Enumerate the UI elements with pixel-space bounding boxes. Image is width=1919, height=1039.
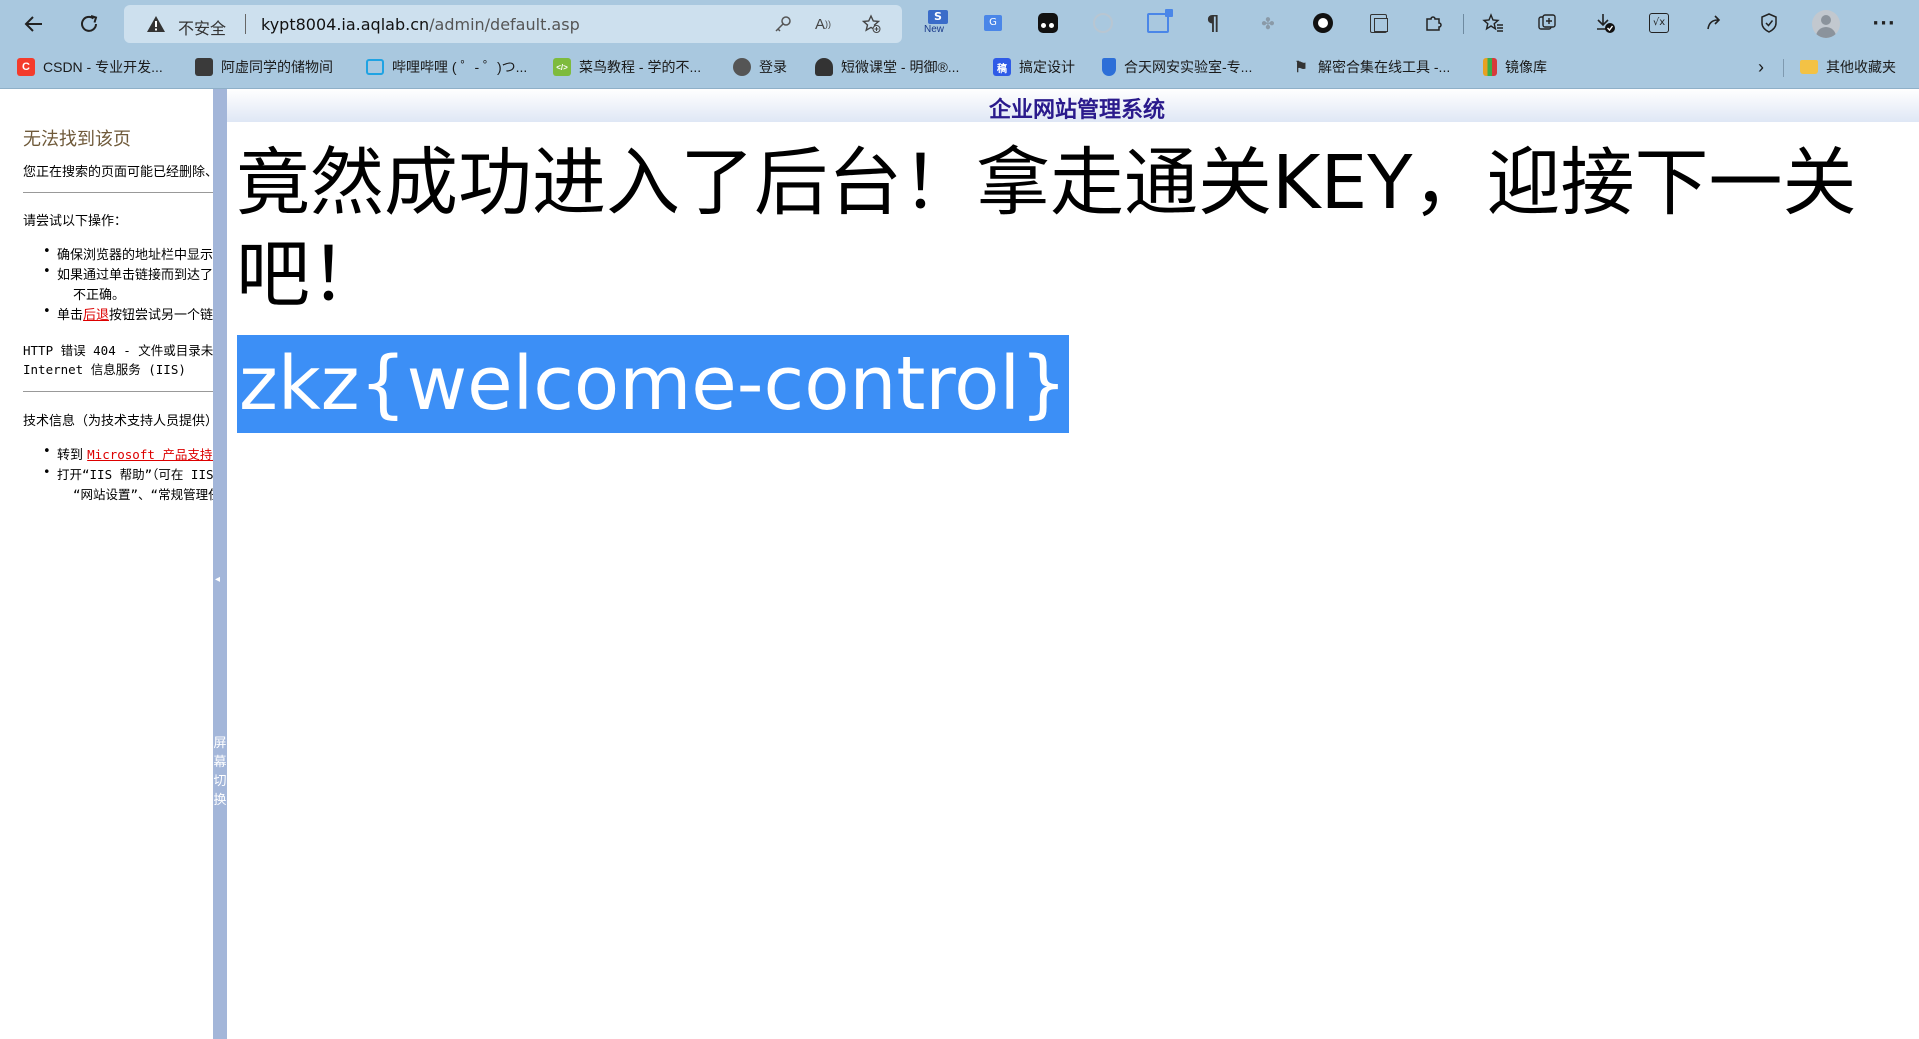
bookmark-label: 哔哩哔哩 ( ゜- ゜)つ... [392, 59, 528, 75]
bookmark-hetian[interactable]: 合天网安实验室-专... [1102, 56, 1252, 78]
extension-icon[interactable] [1090, 10, 1116, 36]
folder-icon [1800, 60, 1818, 74]
list-item-continuation: 不正确。 [73, 288, 126, 303]
try-label: 请尝试以下操作： [23, 214, 128, 229]
bookmark-label: CSDN - 专业开发... [43, 59, 163, 75]
extensions-icon[interactable] [1420, 10, 1446, 36]
bookmark-label: 登录 [759, 59, 787, 75]
flag-icon: ⚑ [1294, 59, 1308, 76]
microsoft-support-link[interactable]: Microsoft 产品支持服务 [87, 447, 213, 462]
left-frame[interactable]: 无法找到该页 您正在搜索的页面可能已经删除、更名或暂时不可用。 请尝试以下操作：… [0, 89, 213, 1039]
bookmark-label: 镜像库 [1505, 59, 1547, 75]
list-item-text: 单击 [57, 308, 84, 323]
iis-text: Internet 信息服务 (IIS) [23, 362, 186, 377]
error-description: 您正在搜索的页面可能已经删除、更名或暂时不可用。 [23, 165, 213, 180]
new-extension-icon[interactable]: S New [924, 10, 951, 36]
bilibili-icon [366, 59, 384, 75]
collections-icon[interactable] [1365, 10, 1391, 36]
bookmark-label: 解密合集在线工具 -... [1318, 59, 1451, 75]
other-favorites-folder[interactable]: 其他收藏夹 [1800, 56, 1896, 78]
translate-extension-icon[interactable]: G [980, 10, 1006, 36]
new-badge: New [924, 24, 945, 35]
list-item: 单击后退按钮尝试另一个链接。 [43, 304, 213, 323]
list-item-continuation: “网站设置”、“常规管理任务”和“关于自定义错误消息”的主题。 [73, 487, 213, 502]
bookmark-label: 菜鸟教程 - 学的不... [579, 59, 702, 75]
header-bar: 企业网站管理系统 [227, 89, 1919, 122]
read-aloud-icon[interactable]: A)) [812, 14, 834, 34]
url-host: kypt8004.ia.aqlab.cn [261, 15, 430, 34]
browser-essentials-icon[interactable] [1756, 10, 1782, 36]
url-text[interactable]: kypt8004.ia.aqlab.cn/admin/default.asp [261, 15, 580, 34]
spy-icon [815, 58, 833, 76]
error-title: 无法找到该页 [23, 129, 131, 150]
bookmark-gaoding[interactable]: 稿搞定设计 [993, 56, 1075, 78]
main-frame: 企业网站管理系统 竟然成功进入了后台！拿走通关KEY，迎接下一关吧！ zkz{w… [227, 89, 1919, 1039]
shield-icon [1102, 58, 1116, 76]
address-divider [245, 14, 246, 34]
screen-switch-label[interactable]: 屏幕切换 [213, 734, 227, 810]
bookmark-mirror[interactable]: 镜像库 [1483, 56, 1547, 78]
tech-info-label: 技术信息（为技术支持人员提供） [23, 414, 213, 429]
flag-key-text[interactable]: zkz{welcome-control} [237, 335, 1070, 433]
list-item: 打开“IIS 帮助”（可在 IIS 管理器 (inetmgr) 中访问），然后搜… [43, 464, 213, 483]
chevron-right-icon[interactable]: › [1758, 56, 1764, 78]
divider [23, 391, 213, 392]
gaoding-icon: 稿 [993, 58, 1011, 76]
screenshot-extension-icon[interactable] [1145, 9, 1173, 36]
bookmark-label: 阿虚同学的储物间 [221, 59, 333, 75]
list-item-text: 转到 [57, 448, 88, 463]
bookmark-mingyu[interactable]: 短微课堂 - 明御®... [815, 56, 959, 78]
profile-icon[interactable] [1812, 10, 1840, 38]
bookmark-bilibili[interactable]: 哔哩哔哩 ( ゜- ゜)つ... [366, 56, 527, 78]
bookmark-axu[interactable]: 阿虚同学的储物间 [195, 56, 333, 78]
bookmarks-bar: C CSDN - 专业开发... 阿虚同学的储物间 哔哩哔哩 ( ゜- ゜)つ..… [0, 47, 1919, 89]
bookmark-label: 短微课堂 - 明御®... [841, 59, 960, 75]
csdn-icon: C [17, 58, 35, 76]
list-item: 如果通过单击链接而到达了该网页，请与网站管理员联系，通知他们该链接的格式 [43, 264, 213, 283]
runoob-icon: </> [553, 58, 571, 76]
insecure-label[interactable]: 不安全 [178, 15, 226, 39]
divider [23, 192, 213, 193]
mirror-icon [1483, 58, 1497, 76]
warning-icon[interactable] [146, 15, 166, 37]
toolbar-divider [1463, 14, 1464, 34]
paw-extension-icon[interactable]: ✤ [1255, 10, 1281, 36]
globe-icon [733, 58, 751, 76]
bookmark-label: 合天网安实验室-专... [1124, 59, 1253, 75]
list-item: 确保浏览器的地址栏中显示的网站地址的拼写和格式正确无误。 [43, 244, 213, 263]
bookmark-runoob[interactable]: </> 菜鸟教程 - 学的不... [553, 56, 701, 78]
tampermonkey-icon[interactable] [1035, 10, 1061, 36]
bookmarks-divider [1783, 59, 1784, 77]
success-message: 竟然成功进入了后台！拿走通关KEY，迎接下一关吧！ [236, 140, 1857, 318]
list-item-text: 按钮尝试另一个链接。 [109, 308, 213, 323]
key-icon[interactable] [772, 14, 794, 34]
frame-splitter[interactable]: ◂ 屏幕切换 [213, 89, 227, 1039]
refresh-icon[interactable] [73, 8, 105, 40]
back-icon[interactable] [18, 8, 50, 40]
bookmark-decrypt[interactable]: ⚑ 解密合集在线工具 -... [1292, 56, 1450, 78]
add-favorite-icon[interactable] [860, 14, 882, 34]
math-solver-icon[interactable]: √x [1646, 10, 1672, 36]
bookmark-label: 搞定设计 [1019, 59, 1075, 75]
pilcrow-extension-icon[interactable]: ¶ [1200, 10, 1226, 36]
list-item: 转到 Microsoft 产品支持服务 [43, 444, 213, 463]
other-favorites-label: 其他收藏夹 [1826, 59, 1896, 75]
http-error-text: HTTP 错误 404 - 文件或目录未找到。 [23, 343, 213, 358]
share-icon[interactable] [1701, 10, 1727, 36]
back-link[interactable]: 后退 [83, 308, 109, 323]
bookmark-login[interactable]: 登录 [733, 56, 787, 78]
browser-toolbar: 不安全 kypt8004.ia.aqlab.cn/admin/default.a… [0, 0, 1919, 47]
site-title: 企业网站管理系统 [988, 97, 1165, 122]
favorites-icon[interactable] [1480, 10, 1506, 36]
collapse-arrow-icon[interactable]: ◂ [215, 574, 220, 585]
collections-add-icon[interactable] [1535, 10, 1561, 36]
address-bar[interactable]: 不安全 kypt8004.ia.aqlab.cn/admin/default.a… [124, 5, 902, 43]
person-icon [195, 58, 213, 76]
bookmark-csdn[interactable]: C CSDN - 专业开发... [17, 56, 163, 78]
circle-extension-icon[interactable] [1310, 10, 1336, 36]
more-icon[interactable]: ··· [1871, 10, 1897, 36]
downloads-icon[interactable] [1592, 10, 1618, 36]
url-path: /admin/default.asp [429, 15, 580, 34]
